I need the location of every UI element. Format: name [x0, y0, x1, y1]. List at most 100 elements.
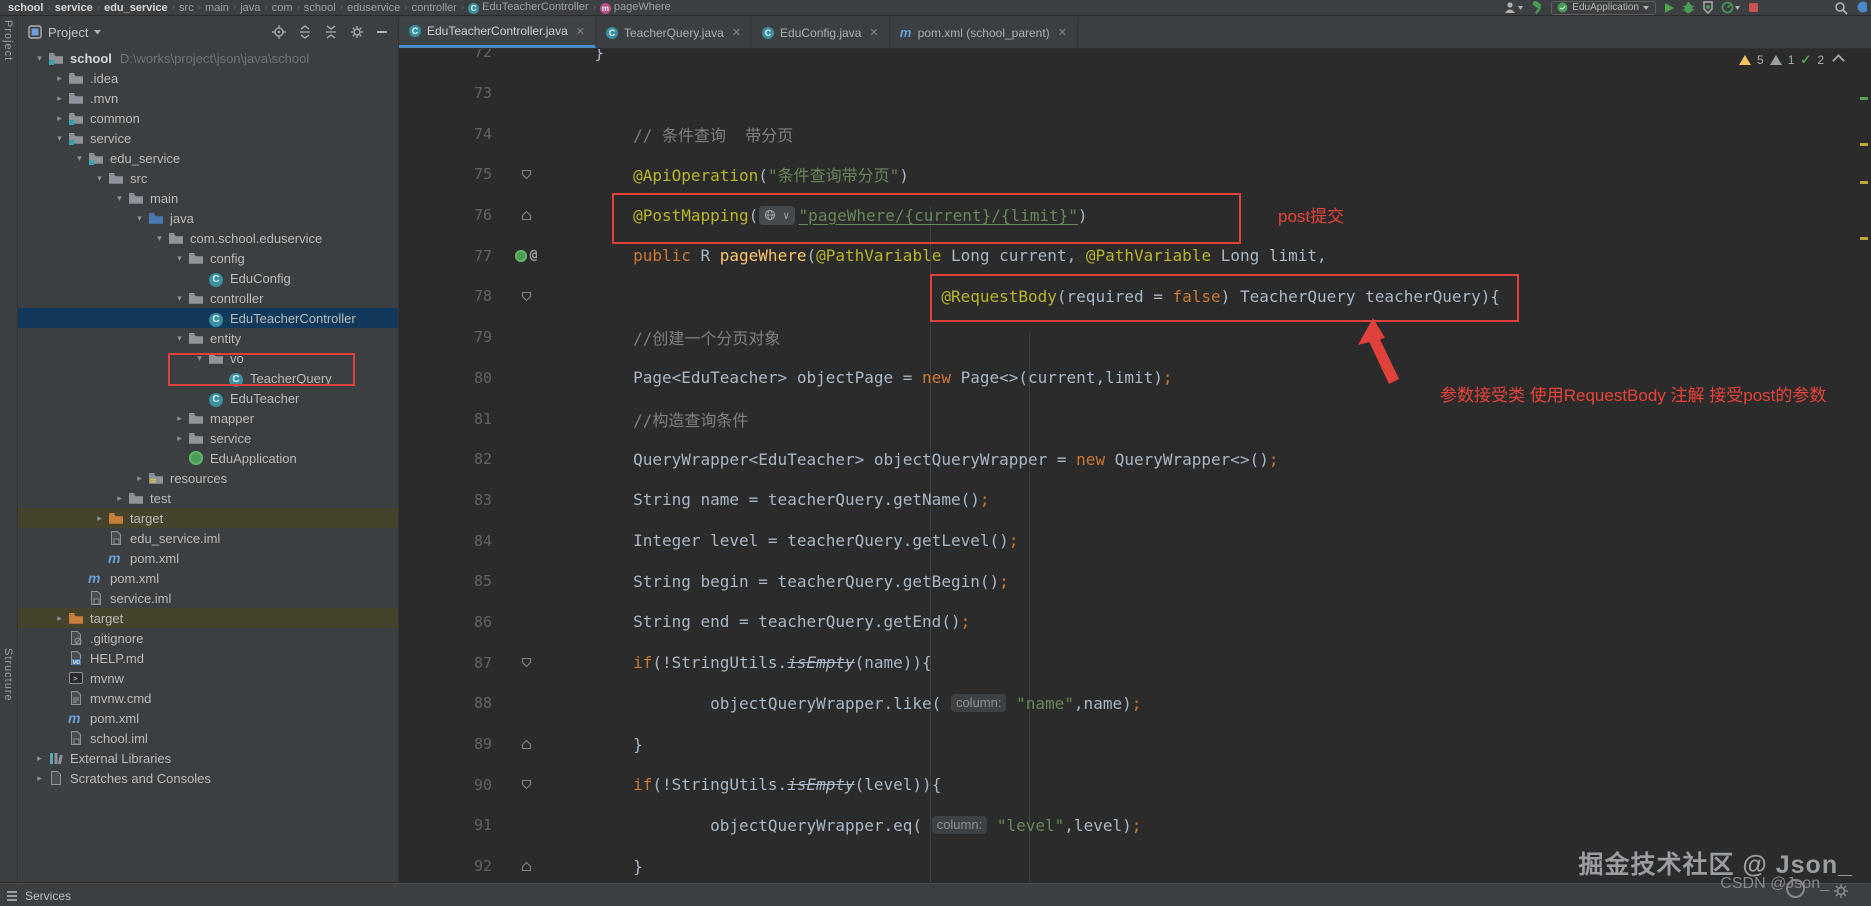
close-icon[interactable]: ✕	[869, 26, 878, 39]
tree-item-test[interactable]: ▸ test	[18, 488, 398, 508]
tree-item-edu-service[interactable]: ▾ edu_service	[18, 148, 398, 168]
tree-item-pom-xml[interactable]: m pom.xml	[18, 568, 398, 588]
gear-icon[interactable]	[350, 25, 364, 39]
stripe-structure-label[interactable]: Structure	[2, 648, 14, 702]
hide-panel-icon[interactable]	[376, 26, 388, 38]
editor-tab[interactable]: C TeacherQuery.java ✕	[596, 17, 753, 48]
tool-windows-icon[interactable]	[7, 890, 17, 901]
code-line-91[interactable]: 91 objectQueryWrapper.eq( column: "level"…	[399, 805, 1871, 846]
chevron-down-icon[interactable]: ▾	[112, 193, 127, 204]
code-line-82[interactable]: 82 QueryWrapper<EduTeacher> objectQueryWr…	[399, 439, 1871, 480]
chevron-down-icon[interactable]: ▾	[172, 333, 187, 344]
fold-marker-up[interactable]	[506, 210, 546, 221]
breadcrumb-item[interactable]: controller	[412, 2, 457, 14]
code-line-79[interactable]: 79//创建一个分页对象	[399, 317, 1871, 358]
close-icon[interactable]: ✕	[732, 26, 741, 39]
fold-marker-up[interactable]	[506, 739, 546, 750]
chevron-right-icon[interactable]: ▸	[172, 433, 187, 444]
tree-item-src[interactable]: ▾ src	[18, 168, 398, 188]
chevron-right-icon[interactable]: ▸	[112, 493, 127, 504]
tree-item-mvnw[interactable]: > mvnw	[18, 668, 398, 688]
chevron-down-icon[interactable]: ▾	[72, 153, 87, 164]
breadcrumb-item[interactable]: main	[205, 2, 229, 14]
code-editor[interactable]: 72} 73 74// 条件查询 带分页 75 @ApiOperation("条件查询带…	[399, 49, 1871, 882]
search-everywhere-icon[interactable]	[1834, 1, 1848, 15]
code-line-73[interactable]: 73	[399, 73, 1871, 114]
fold-marker-down[interactable]	[506, 657, 546, 668]
tree-item-external-libraries[interactable]: ▸ External Libraries	[18, 748, 398, 768]
code-line-89[interactable]: 89}	[399, 724, 1871, 765]
breadcrumb-item[interactable]: src	[179, 2, 194, 14]
tree-item-edu-service-iml[interactable]: edu_service.iml	[18, 528, 398, 548]
tree-item--gitignore[interactable]: .gitignore	[18, 628, 398, 648]
chevron-up-icon[interactable]	[1832, 53, 1845, 67]
status-services-label[interactable]: Services	[25, 889, 71, 903]
code-line-74[interactable]: 74// 条件查询 带分页	[399, 113, 1871, 154]
fold-marker-down[interactable]	[506, 779, 546, 790]
tree-item-target[interactable]: ▸ target	[18, 608, 398, 628]
chevron-down-icon[interactable]: ▾	[132, 213, 147, 224]
fold-marker-up[interactable]	[506, 861, 546, 872]
stop-button[interactable]	[1748, 1, 1759, 14]
chevron-right-icon[interactable]: ▸	[172, 413, 187, 424]
tree-item-resources[interactable]: ▸ resources	[18, 468, 398, 488]
stripe-project-label[interactable]: Project	[2, 20, 14, 61]
chevron-right-icon[interactable]: ▸	[32, 753, 47, 764]
stripe-mark-yellow[interactable]	[1860, 181, 1868, 184]
tree-item-config[interactable]: ▾ config	[18, 248, 398, 268]
tree-item-entity[interactable]: ▾ entity	[18, 328, 398, 348]
breadcrumb-item[interactable]: m pageWhere	[599, 1, 671, 14]
breadcrumb[interactable]: school › service › edu_service › src › main › java…	[0, 1, 673, 14]
tree-item-school[interactable]: ▾ school D:\works\project\json\java\school	[18, 48, 398, 68]
code-line-88[interactable]: 88 objectQueryWrapper.like( column: "name…	[399, 683, 1871, 724]
coverage-button[interactable]	[1702, 1, 1714, 14]
tree-item-educonfig[interactable]: C EduConfig	[18, 268, 398, 288]
debug-button[interactable]	[1682, 1, 1695, 14]
run-button[interactable]	[1663, 1, 1675, 14]
fold-marker-down[interactable]	[506, 291, 546, 302]
tree-item-pom-xml[interactable]: m pom.xml	[18, 548, 398, 568]
chevron-right-icon[interactable]: ▸	[32, 773, 47, 784]
breadcrumb-item[interactable]: school	[304, 2, 336, 14]
code-line-84[interactable]: 84 Integer level = teacherQuery.getLevel(…	[399, 520, 1871, 561]
breadcrumb-item[interactable]: edu_service	[104, 2, 168, 14]
tree-item-eduteacher[interactable]: C EduTeacher	[18, 388, 398, 408]
editor-tab[interactable]: C EduConfig.java ✕	[752, 17, 890, 48]
stripe-mark-green[interactable]	[1860, 97, 1868, 100]
stripe-mark-yellow[interactable]	[1860, 237, 1868, 240]
stripe-mark-yellow[interactable]	[1860, 143, 1868, 146]
breadcrumb-item[interactable]: eduservice	[347, 2, 400, 14]
chevron-down-icon[interactable]: ▾	[172, 253, 187, 264]
editor-tab[interactable]: C EduTeacherController.java ✕	[399, 17, 596, 48]
profiler-button[interactable]	[1721, 1, 1741, 14]
tree-item-eduapplication[interactable]: EduApplication	[18, 448, 398, 468]
tree-item-scratches-and-consoles[interactable]: ▸ Scratches and Consoles	[18, 768, 398, 788]
tree-item-school-iml[interactable]: school.iml	[18, 728, 398, 748]
expand-all-icon[interactable]	[298, 25, 312, 39]
tree-item-service[interactable]: ▾ service	[18, 128, 398, 148]
code-line-86[interactable]: 86 String end = teacherQuery.getEnd();	[399, 602, 1871, 643]
close-icon[interactable]: ✕	[576, 25, 585, 38]
code-line-83[interactable]: 83 String name = teacherQuery.getName();	[399, 480, 1871, 521]
code-line-75[interactable]: 75 @ApiOperation("条件查询带分页")	[399, 154, 1871, 195]
chevron-down-icon[interactable]: ▾	[152, 233, 167, 244]
run-configuration-select[interactable]: EduApplication	[1551, 0, 1656, 15]
tree-item--mvn[interactable]: ▸ .mvn	[18, 88, 398, 108]
chevron-down-icon[interactable]: ▾	[92, 173, 107, 184]
code-line-90[interactable]: 90 if(!StringUtils.isEmpty(level)){	[399, 764, 1871, 805]
tree-item-mapper[interactable]: ▸ mapper	[18, 408, 398, 428]
breadcrumb-item[interactable]: school	[8, 2, 43, 14]
breadcrumb-item[interactable]: C EduTeacherController	[468, 1, 589, 14]
mapped-url-icon[interactable]	[514, 249, 527, 262]
chevron-down-icon[interactable]: ▾	[52, 133, 67, 144]
tree-item--idea[interactable]: ▸ .idea	[18, 68, 398, 88]
code-line-92[interactable]: 92}	[399, 846, 1871, 882]
close-icon[interactable]: ✕	[1058, 26, 1067, 39]
breadcrumb-item[interactable]: service	[55, 2, 93, 14]
user-profile-icon[interactable]	[1504, 1, 1524, 14]
breadcrumb-item[interactable]: com	[272, 2, 293, 14]
chevron-right-icon[interactable]: ▸	[52, 113, 67, 124]
tree-item-service[interactable]: ▸ service	[18, 428, 398, 448]
tree-item-controller[interactable]: ▾ controller	[18, 288, 398, 308]
tree-item-pom-xml[interactable]: m pom.xml	[18, 708, 398, 728]
